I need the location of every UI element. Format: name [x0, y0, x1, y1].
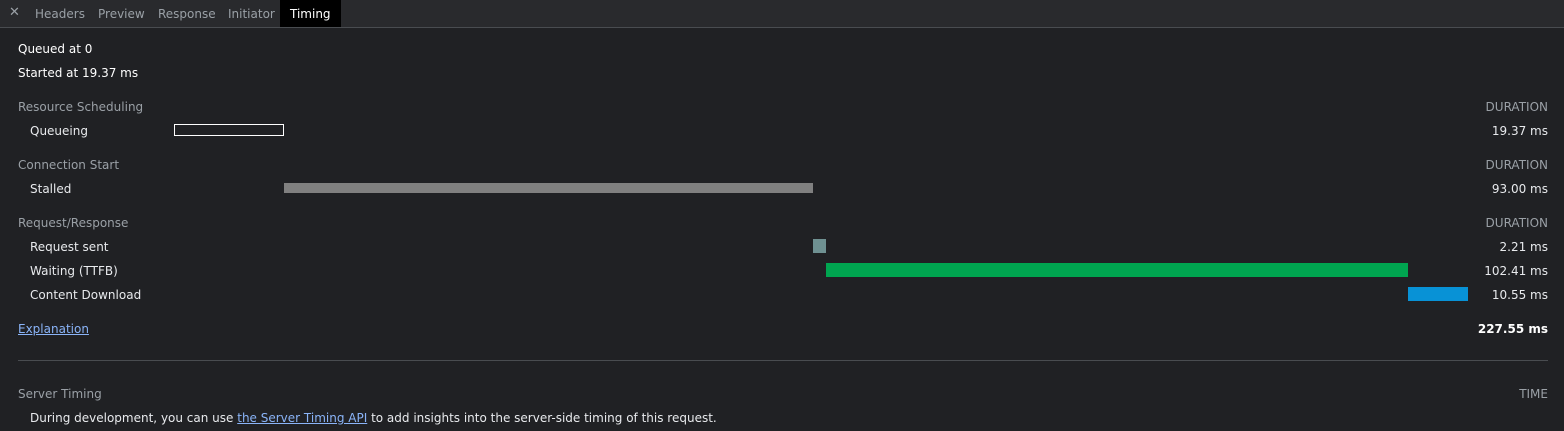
- duration-header: DURATION: [1485, 216, 1548, 230]
- close-icon[interactable]: ✕: [9, 5, 20, 20]
- bar-stalled: [284, 183, 813, 193]
- value-request-sent: 2.21 ms: [1499, 240, 1548, 254]
- bar-waiting-ttfb: [825, 263, 1408, 277]
- server-timing-api-link[interactable]: the Server Timing API: [237, 411, 367, 425]
- server-timing-message: During development, you can use the Serv…: [30, 411, 717, 425]
- started-at: Started at 19.37 ms: [18, 66, 139, 80]
- total-duration: 227.55 ms: [1477, 322, 1548, 336]
- duration-header: DURATION: [1485, 100, 1548, 114]
- row-label-request-sent: Request sent: [30, 240, 109, 254]
- value-waiting-ttfb: 102.41 ms: [1484, 264, 1548, 278]
- value-queueing: 19.37 ms: [1491, 124, 1548, 138]
- tab-timing[interactable]: Timing: [280, 0, 341, 27]
- queued-at: Queued at 0: [18, 42, 93, 56]
- server-timing-text-after: to add insights into the server-side tim…: [367, 411, 717, 425]
- section-connection-start: Connection Start: [18, 158, 120, 172]
- time-header: TIME: [1519, 387, 1548, 401]
- bar-request-sent: [813, 239, 826, 253]
- section-server-timing: Server Timing: [18, 387, 102, 401]
- tab-preview[interactable]: Preview: [98, 0, 145, 27]
- tab-headers[interactable]: Headers: [35, 0, 85, 27]
- duration-header: DURATION: [1485, 158, 1548, 172]
- row-label-content-download: Content Download: [30, 288, 142, 302]
- explanation-link[interactable]: Explanation: [18, 322, 89, 336]
- row-label-waiting-ttfb: Waiting (TTFB): [30, 264, 118, 278]
- row-label-stalled: Stalled: [30, 182, 72, 196]
- row-label-queueing: Queueing: [30, 124, 88, 138]
- section-resource-scheduling: Resource Scheduling: [18, 100, 144, 114]
- tab-initiator[interactable]: Initiator: [228, 0, 275, 27]
- value-stalled: 93.00 ms: [1491, 182, 1548, 196]
- section-request-response: Request/Response: [18, 216, 129, 230]
- server-timing-text-before: During development, you can use: [30, 411, 238, 425]
- bar-content-download: [1407, 287, 1468, 301]
- bar-queueing: [174, 124, 285, 136]
- value-content-download: 10.55 ms: [1491, 288, 1548, 302]
- tab-response[interactable]: Response: [158, 0, 216, 27]
- tab-bar: ✕ Headers Preview Response Initiator Tim…: [0, 0, 1564, 28]
- divider: [18, 360, 1548, 361]
